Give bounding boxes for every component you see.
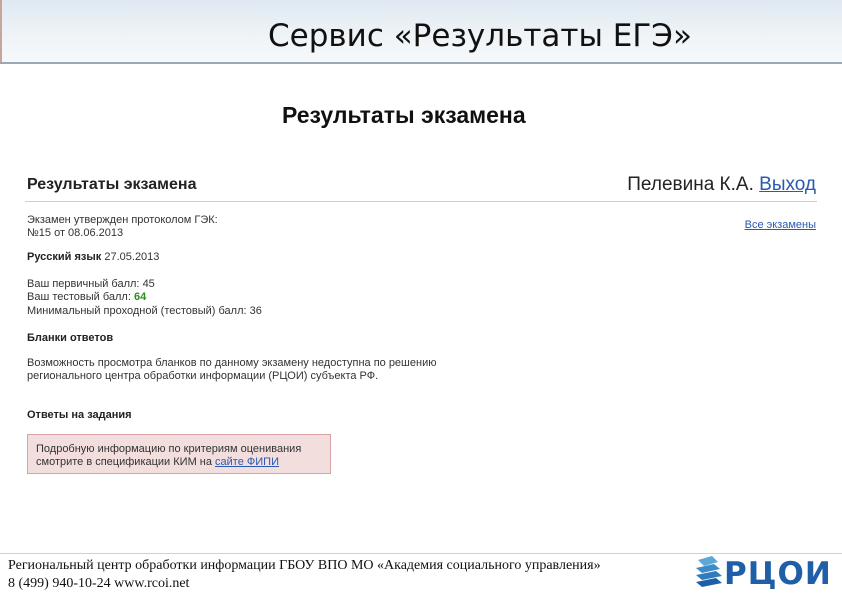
user-name: Пелевина К.А. xyxy=(627,174,754,195)
subject-line: Русский язык 27.05.2013 xyxy=(27,251,159,264)
protocol-line-1: Экзамен утвержден протоколом ГЭК: xyxy=(27,214,218,226)
slide-title: Сервис «Результаты ЕГЭ» xyxy=(268,18,692,54)
task-answers-heading: Ответы на задания xyxy=(27,409,132,421)
min-score-value: 36 xyxy=(249,305,262,317)
subject-name: Русский язык xyxy=(27,251,102,263)
min-score-label: Минимальный проходной (тестовый) балл: xyxy=(27,305,247,317)
test-score-value: 64 xyxy=(133,291,147,303)
user-area: Пелевина К.А. Выход xyxy=(627,174,816,196)
logo-stack-icon xyxy=(696,556,722,587)
footer-divider xyxy=(0,553,842,554)
forms-notice-line-1: Возможность просмотра бланков по данному… xyxy=(27,357,437,369)
criteria-notice: Подробную информацию по критериям оценив… xyxy=(27,434,331,474)
fipi-link[interactable]: сайте ФИПИ xyxy=(215,456,279,468)
page-title: Результаты экзамена xyxy=(27,176,197,193)
slide-subtitle: Результаты экзамена xyxy=(282,102,526,128)
header-accent xyxy=(0,0,2,62)
criteria-notice-text: Подробную информацию по критериям оценив… xyxy=(36,443,301,469)
subject-date: 27.05.2013 xyxy=(104,251,160,263)
forms-notice-line-2: регионального центра обработки информаци… xyxy=(27,370,379,382)
test-score-label: Ваш тестовый балл: xyxy=(27,291,131,303)
test-score-line: Ваш тестовый балл: 64 xyxy=(27,291,146,304)
criteria-line-2: смотрите в спецификации КИМ на xyxy=(36,456,212,468)
answer-forms-heading: Бланки ответов xyxy=(27,332,114,344)
primary-score-value: 45 xyxy=(142,278,155,290)
logout-link[interactable]: Выход xyxy=(759,174,816,195)
primary-score-line: Ваш первичный балл: 45 xyxy=(27,278,155,291)
footer-contacts: 8 (499) 940-10-24 www.rcoi.net xyxy=(8,576,190,591)
footer-org: Региональный центр обработки информации … xyxy=(8,558,601,573)
header-divider xyxy=(0,62,842,64)
protocol-line-2: №15 от 08.06.2013 xyxy=(27,227,124,239)
rcoi-logo: РЦОИ xyxy=(694,556,836,592)
min-score-line: Минимальный проходной (тестовый) балл: 3… xyxy=(27,305,262,318)
footer: Региональный центр обработки информации … xyxy=(8,557,601,593)
all-exams-link[interactable]: Все экзамены xyxy=(745,219,816,231)
criteria-line-1: Подробную информацию по критериям оценив… xyxy=(36,443,302,455)
title-divider xyxy=(25,201,817,202)
primary-score-label: Ваш первичный балл: xyxy=(27,278,140,290)
logo-text: РЦОИ xyxy=(724,556,832,592)
